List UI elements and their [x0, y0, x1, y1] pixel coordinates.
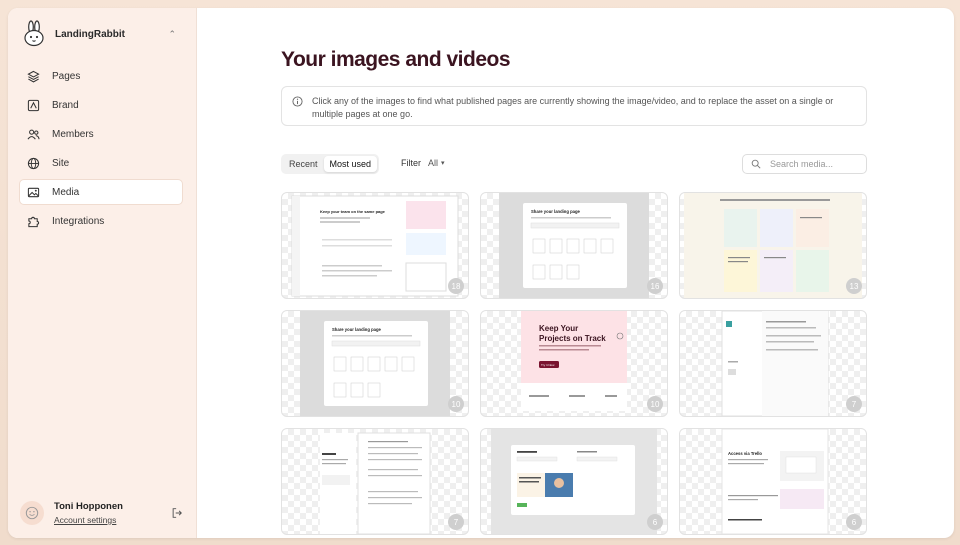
search-icon — [751, 159, 761, 169]
user-name: Toni Hopponen — [54, 501, 123, 512]
media-card[interactable]: Share your landing page 16 — [480, 192, 668, 299]
media-thumbnail: Access via Trello — [721, 429, 829, 534]
info-text: Click any of the images to find what pub… — [312, 96, 834, 119]
search-input[interactable] — [768, 158, 862, 170]
media-card[interactable]: 6 — [480, 428, 668, 535]
media-thumbnail — [320, 432, 431, 534]
tab-most-used[interactable]: Most used — [323, 156, 378, 172]
window-frame: LandingRabbit ⌃ Pages Brand Members Site… — [0, 0, 960, 545]
keep-track-line1: Keep Your — [539, 324, 578, 333]
main-content: Your images and videos Click any of the … — [196, 8, 954, 538]
media-card[interactable]: Keep your team on the same page 18 — [281, 192, 469, 299]
filter-dropdown[interactable]: Filter All ▾ — [401, 158, 445, 168]
media-thumbnail: Share your landing page — [300, 311, 450, 416]
usage-count-badge: 10 — [647, 396, 663, 412]
sidebar-item-label: Site — [52, 157, 70, 169]
share-heading: Share your landing page — [332, 327, 382, 332]
usage-count-badge: 16 — [647, 278, 663, 294]
sidebar-item-label: Pages — [52, 70, 81, 82]
palette-icon — [27, 99, 40, 112]
sidebar-item-site[interactable]: Site — [19, 150, 183, 176]
app-window: LandingRabbit ⌃ Pages Brand Members Site… — [8, 8, 954, 538]
page-title: Your images and videos — [281, 48, 511, 71]
sidebar-item-integrations[interactable]: Integrations — [19, 208, 183, 234]
workspace-name: LandingRabbit — [55, 28, 125, 40]
sidebar-item-label: Brand — [52, 99, 79, 111]
info-banner: Click any of the images to find what pub… — [281, 86, 867, 126]
logout-icon[interactable] — [170, 506, 184, 520]
layers-icon — [27, 70, 40, 83]
chevron-updown-icon: ⌃ — [168, 28, 176, 39]
account-settings-link[interactable]: Account settings — [54, 515, 170, 525]
sidebar-item-media[interactable]: Media — [19, 179, 183, 205]
media-card[interactable]: 13 — [679, 192, 867, 299]
rabbit-logo-icon — [20, 20, 48, 48]
search-box — [742, 154, 867, 174]
media-thumbnail: Keep Your Projects on Track Try it Now — [521, 311, 627, 411]
usage-count-badge: 7 — [846, 396, 862, 412]
media-thumbnail: Share your landing page — [499, 193, 649, 298]
filter-label: Filter — [401, 158, 421, 168]
image-icon — [27, 186, 40, 199]
info-icon — [292, 96, 303, 107]
filter-value: All — [428, 158, 439, 168]
share-heading: Share your landing page — [531, 209, 581, 214]
media-card[interactable]: Access via Trello 6 — [679, 428, 867, 535]
usage-count-badge: 6 — [846, 514, 862, 530]
media-card[interactable]: 7 — [281, 428, 469, 535]
workspace-switcher[interactable]: LandingRabbit ⌃ — [20, 20, 176, 48]
puzzle-icon — [27, 215, 40, 228]
usage-count-badge: 7 — [448, 514, 464, 530]
usage-count-badge: 6 — [647, 514, 663, 530]
media-card[interactable]: Keep Your Projects on Track Try it Now 1… — [480, 310, 668, 417]
media-grid: Keep your team on the same page 18 Share… — [281, 192, 869, 538]
smiley-icon — [25, 506, 39, 520]
sidebar-item-label: Media — [52, 186, 80, 198]
keep-team-heading: Keep your team on the same page — [320, 209, 386, 214]
tab-recent[interactable]: Recent — [283, 156, 324, 172]
globe-icon — [27, 157, 40, 170]
media-thumbnail: Keep your team on the same page — [291, 195, 459, 297]
chevron-down-icon: ▾ — [441, 160, 445, 167]
sidebar-item-brand[interactable]: Brand — [19, 92, 183, 118]
media-thumbnail — [491, 429, 657, 534]
sort-toggle: Recent Most used — [281, 154, 380, 174]
sidebar-item-label: Members — [52, 128, 94, 140]
sidebar: LandingRabbit ⌃ Pages Brand Members Site… — [8, 8, 197, 538]
media-thumbnail — [684, 193, 862, 298]
usage-count-badge: 10 — [448, 396, 464, 412]
user-profile: Toni Hopponen Account settings — [20, 498, 184, 528]
users-icon — [27, 128, 40, 141]
media-thumbnail — [721, 311, 829, 416]
media-card[interactable]: Share your landing page 10 — [281, 310, 469, 417]
keep-track-line2: Projects on Track — [539, 334, 606, 343]
try-now-label: Try it Now — [541, 363, 555, 367]
avatar[interactable] — [20, 501, 44, 525]
sidebar-item-pages[interactable]: Pages — [19, 63, 183, 89]
usage-count-badge: 18 — [448, 278, 464, 294]
sidebar-nav: Pages Brand Members Site Media Integrati… — [19, 63, 183, 237]
sidebar-item-members[interactable]: Members — [19, 121, 183, 147]
usage-count-badge: 13 — [846, 278, 862, 294]
sidebar-item-label: Integrations — [52, 215, 105, 227]
trello-heading: Access via Trello — [728, 451, 762, 456]
media-card[interactable]: 7 — [679, 310, 867, 417]
